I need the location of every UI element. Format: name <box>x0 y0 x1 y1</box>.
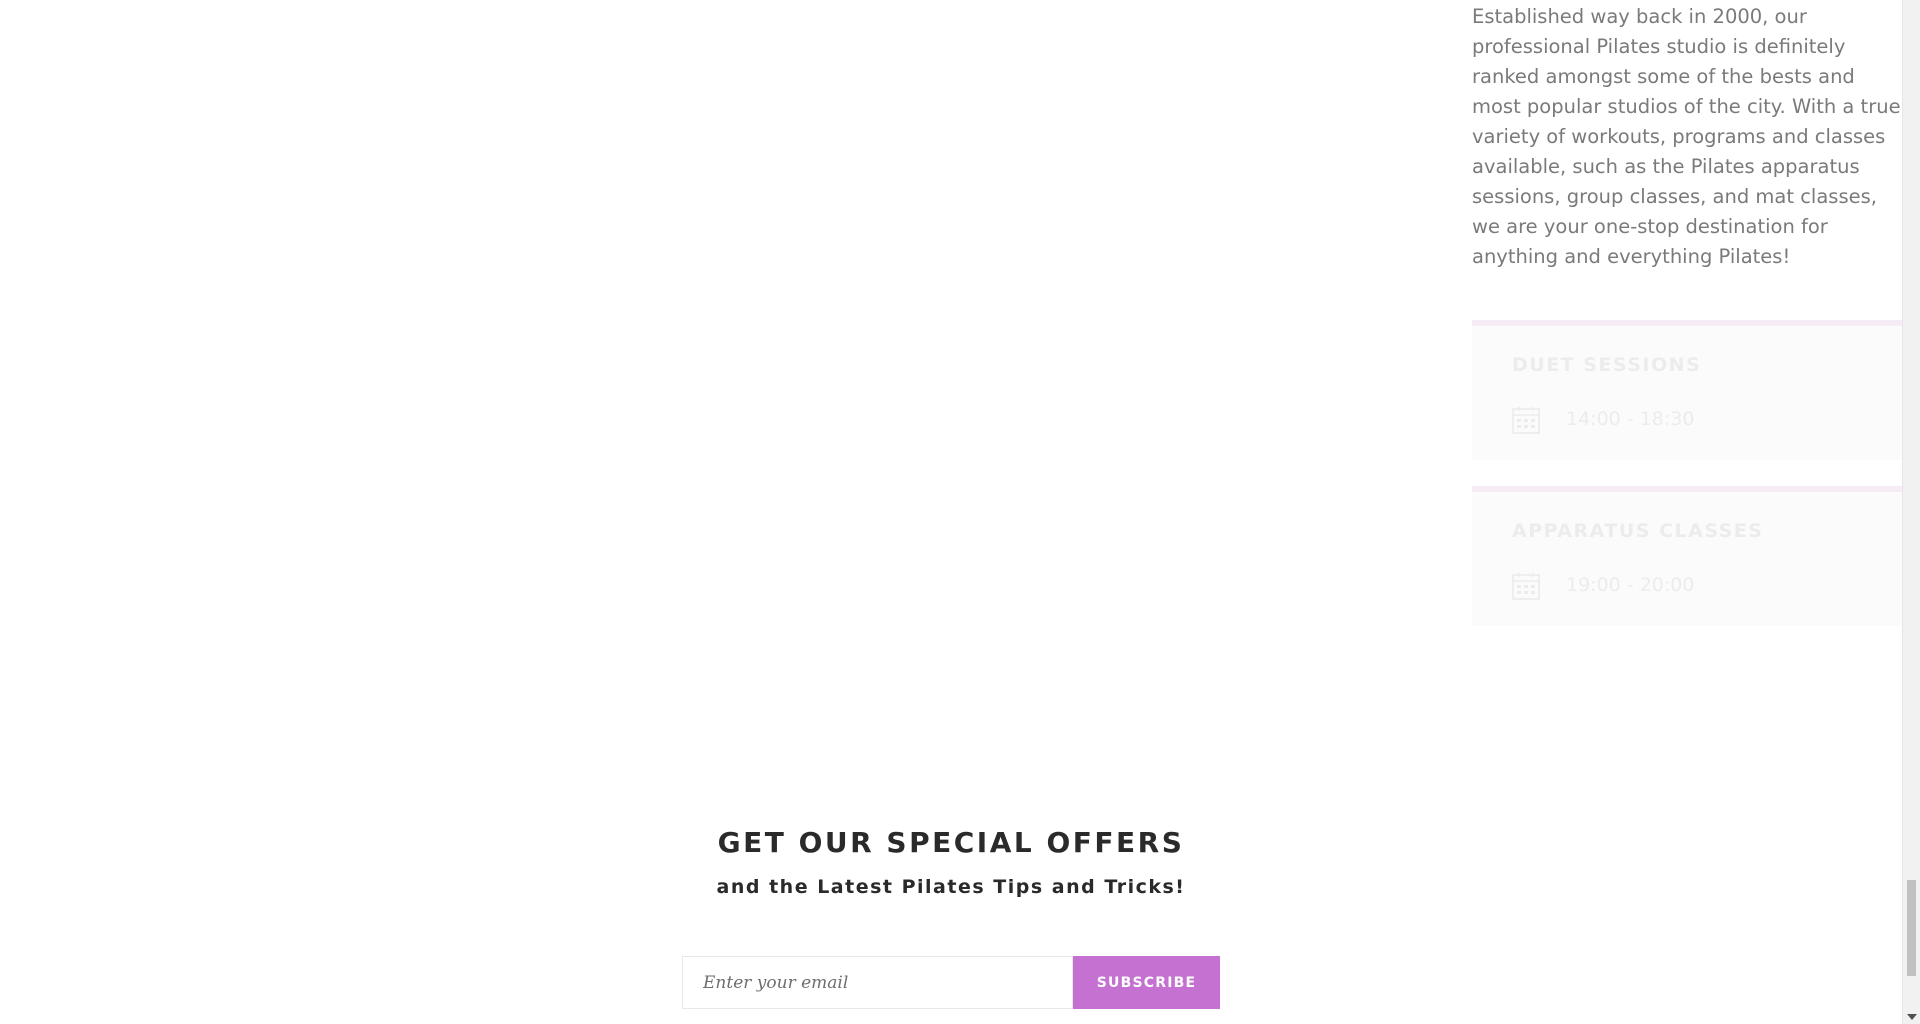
session-card-duet: DUET SESSIONS 14:00 - 18:30 <box>1472 320 1904 460</box>
session-title: DUET SESSIONS <box>1512 354 1702 376</box>
session-time: 14:00 - 18:30 <box>1566 408 1695 430</box>
session-time: 19:00 - 20:00 <box>1566 574 1695 596</box>
session-title: APPARATUS CLASSES <box>1512 520 1764 542</box>
subscribe-form: SUBSCRIBE <box>682 956 1220 1009</box>
email-input[interactable] <box>682 956 1073 1009</box>
session-card-apparatus: APPARATUS CLASSES 19:00 - 20:00 <box>1472 486 1904 626</box>
page: Established way back in 2000, our profes… <box>0 0 1920 1024</box>
calendar-icon <box>1512 573 1540 600</box>
vertical-scrollbar[interactable] <box>1902 0 1920 1024</box>
offers-title: GET OUR SPECIAL OFFERS <box>717 826 1185 859</box>
about-paragraph: Established way back in 2000, our profes… <box>1472 5 1901 268</box>
scroll-down-arrow-icon[interactable] <box>1907 1014 1917 1020</box>
scrollbar-thumb[interactable] <box>1907 880 1916 976</box>
calendar-icon <box>1512 407 1540 434</box>
offers-subtitle: and the Latest Pilates Tips and Tricks! <box>716 876 1186 898</box>
subscribe-button[interactable]: SUBSCRIBE <box>1073 956 1220 1009</box>
